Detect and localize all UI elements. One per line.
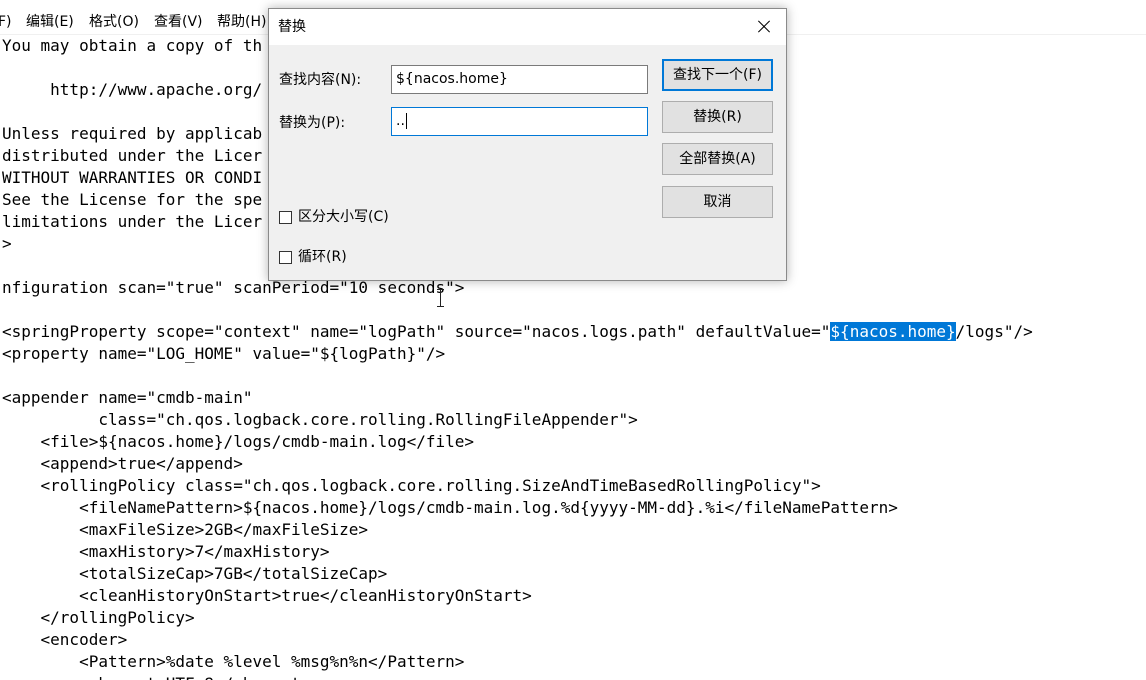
code-line: <property name="LOG_HOME" value="${logPa… <box>2 344 446 363</box>
code-line: <maxFileSize>2GB</maxFileSize> <box>2 520 369 539</box>
menu-format[interactable]: 格式(O) <box>89 13 139 31</box>
code-line: <append>true</append> <box>2 454 243 473</box>
code-line: http://www.apache.org/ <box>2 80 263 99</box>
replace-dialog: 替换 查找内容(N): ${nacos.home} 替换为(P): .. 查找下… <box>268 8 787 281</box>
find-next-button[interactable]: 查找下一个(F) <box>662 59 773 91</box>
close-icon[interactable] <box>740 9 786 45</box>
menu-file[interactable]: F) <box>0 13 12 31</box>
code-line: class="ch.qos.logback.core.rolling.Rolli… <box>2 410 638 429</box>
menu-view[interactable]: 查看(V) <box>154 13 203 31</box>
replace-button[interactable]: 替换(R) <box>662 101 773 133</box>
code-line: <fileNamePattern>${nacos.home}/logs/cmdb… <box>2 498 898 517</box>
wrap-around-label: 循环(R) <box>298 249 347 265</box>
menu-edit[interactable]: 编辑(E) <box>26 13 74 31</box>
code-line: </rollingPolicy> <box>2 608 195 627</box>
find-label: 查找内容(N): <box>279 72 362 88</box>
find-input[interactable]: ${nacos.home} <box>391 65 648 94</box>
code-line: limitations under the Licer <box>2 212 263 231</box>
match-case-checkbox[interactable] <box>279 211 292 224</box>
code-line: <Pattern>%date %level %msg%n%n</Pattern> <box>2 652 465 671</box>
find-input-value: ${nacos.home} <box>396 71 508 87</box>
code-line: WITHOUT WARRANTIES OR CONDI <box>2 168 263 187</box>
notepad-window: F) 编辑(E) 格式(O) 查看(V) 帮助(H) You may obtai… <box>0 0 1146 680</box>
dialog-title: 替换 <box>278 19 306 35</box>
code-line: You may obtain a copy of th <box>2 36 263 55</box>
replace-all-button[interactable]: 全部替换(A) <box>662 143 773 175</box>
code-line: <encoder> <box>2 630 128 649</box>
code-line: <file>${nacos.home}/logs/cmdb-main.log</… <box>2 432 475 451</box>
code-line: <totalSizeCap>7GB</totalSizeCap> <box>2 564 388 583</box>
selected-text: ${nacos.home} <box>830 322 956 341</box>
menu-help[interactable]: 帮助(H) <box>217 13 266 31</box>
code-line: <rollingPolicy class="ch.qos.logback.cor… <box>2 476 821 495</box>
match-case-label: 区分大小写(C) <box>298 209 389 225</box>
code-line: > <box>2 234 12 253</box>
replace-label: 替换为(P): <box>279 115 346 131</box>
code-line: <appender name="cmdb-main" <box>2 388 253 407</box>
code-line: <maxHistory>7</maxHistory> <box>2 542 330 561</box>
text-cursor-icon <box>437 289 444 307</box>
code-line: Unless required by applicab <box>2 124 263 143</box>
code-line: <springProperty scope="context" name="lo… <box>2 322 1033 341</box>
replace-input-value: .. <box>396 113 405 129</box>
code-line: <cleanHistoryOnStart>true</cleanHistoryO… <box>2 586 532 605</box>
wrap-around-checkbox[interactable] <box>279 251 292 264</box>
code-line: <charset>UTF-8</charset> <box>2 673 310 680</box>
text-caret <box>405 113 407 129</box>
cancel-button[interactable]: 取消 <box>662 186 773 218</box>
replace-input[interactable]: .. <box>391 107 648 136</box>
dialog-title-bar[interactable]: 替换 <box>269 9 786 45</box>
code-line: See the License for the spe <box>2 190 263 209</box>
code-line: distributed under the Licer <box>2 146 263 165</box>
